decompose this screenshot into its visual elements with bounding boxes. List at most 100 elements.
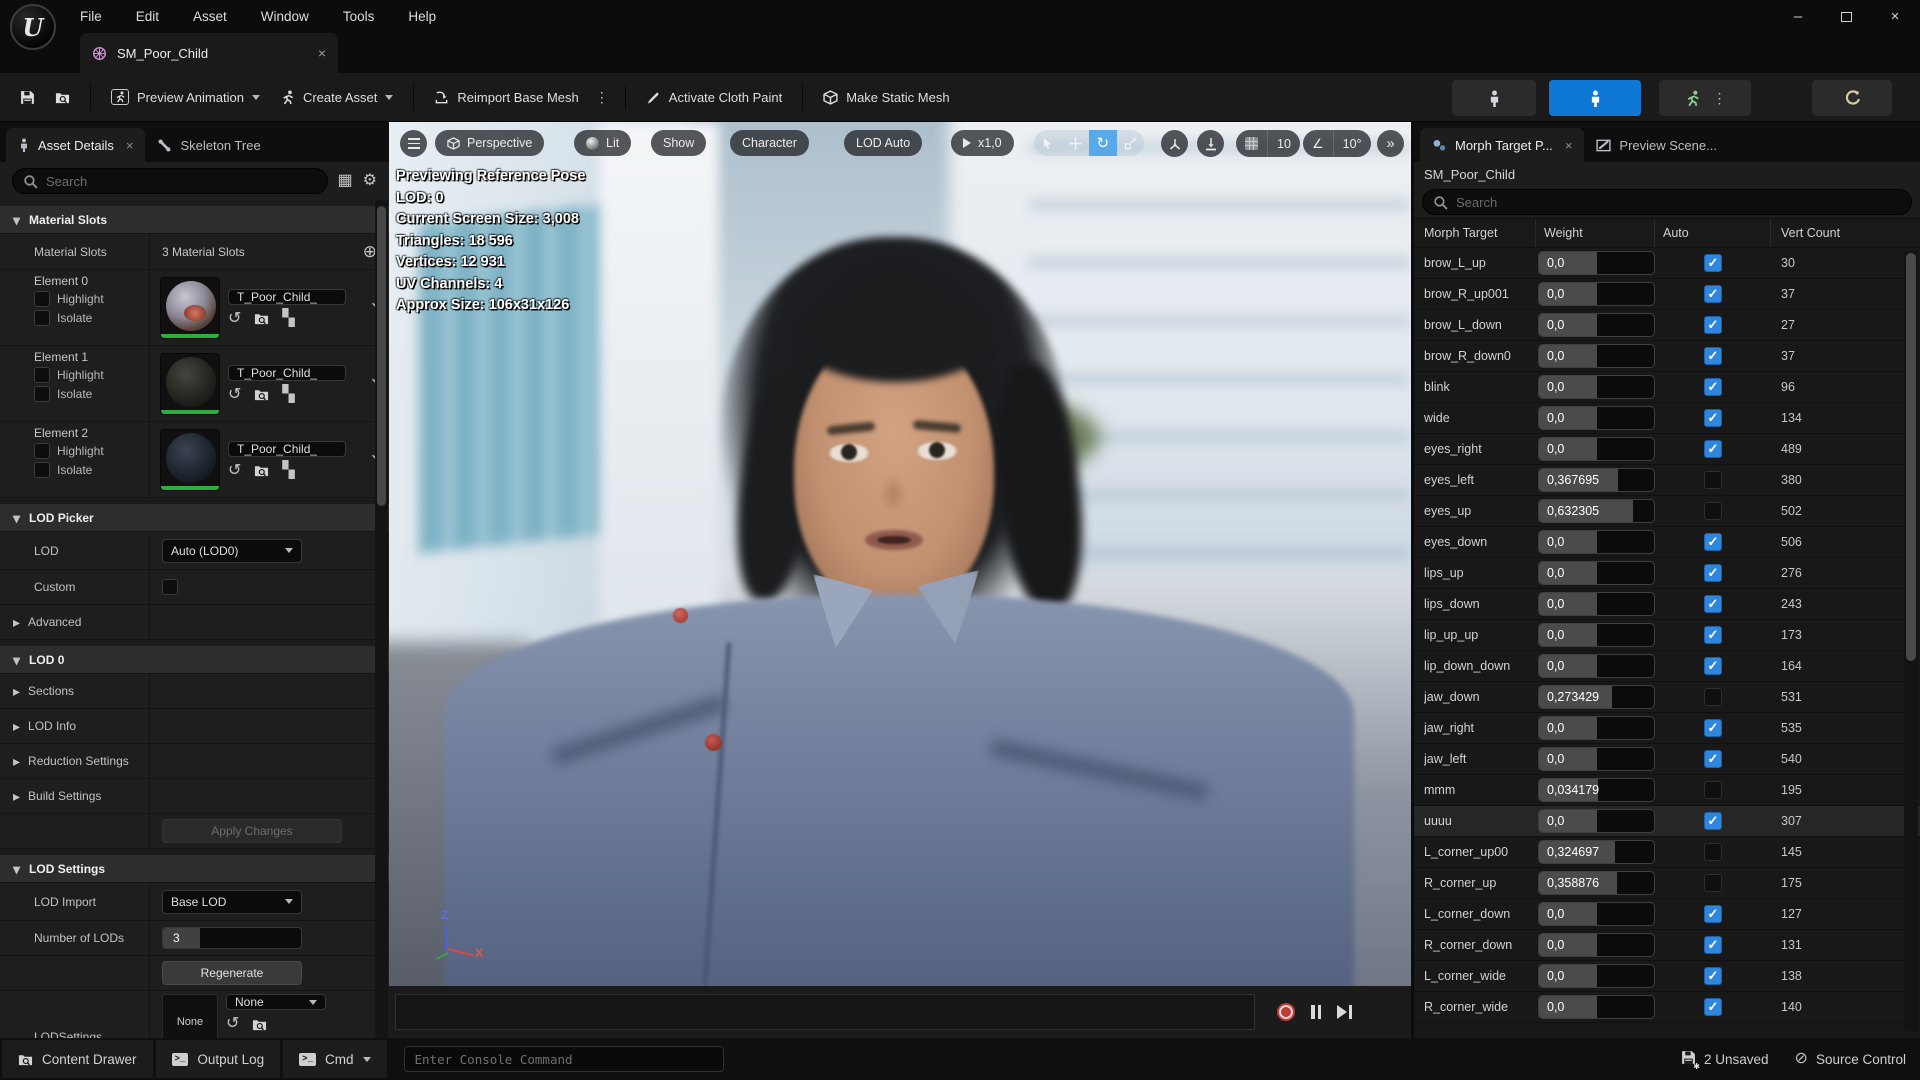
weight-spinbox[interactable]: 0,358876 [1538,871,1655,895]
scrollbar-thumb[interactable] [1906,253,1916,661]
checker-icon[interactable]: ▚ [282,310,294,327]
morph-target-row[interactable]: mmm 0,034179 195 [1414,775,1920,806]
lod0-header[interactable]: ▾ LOD 0 [0,646,389,674]
auto-checkbox[interactable] [1704,843,1722,861]
weight-spinbox[interactable]: 0,632305 [1538,499,1655,523]
auto-checkbox[interactable] [1704,440,1722,458]
column-header-morph-target[interactable]: Morph Target [1424,219,1536,247]
auto-checkbox[interactable] [1704,874,1722,892]
morph-target-row[interactable]: brow_R_up001 0,0 37 [1414,279,1920,310]
search-box[interactable] [12,168,328,194]
morph-target-row[interactable]: jaw_right 0,0 535 [1414,713,1920,744]
menu-item[interactable]: File [80,9,102,24]
grid-snap-value[interactable]: 10 [1268,137,1300,151]
auto-checkbox[interactable] [1704,471,1722,489]
auto-checkbox[interactable] [1704,285,1722,303]
weight-spinbox[interactable]: 0,324697 [1538,840,1655,864]
weight-spinbox[interactable]: 0,0 [1538,809,1655,833]
morph-target-row[interactable]: R_corner_up 0,358876 175 [1414,868,1920,899]
tab-morph-target-preview[interactable]: Morph Target P... × [1420,128,1585,162]
material-select[interactable]: T_Poor_Child_ [228,440,346,457]
morph-target-row[interactable]: eyes_right 0,0 489 [1414,434,1920,465]
use-selected-asset-icon[interactable]: ↺ [228,462,241,479]
weight-spinbox[interactable]: 0,0 [1538,375,1655,399]
lit-button[interactable]: Lit [574,130,632,156]
weight-spinbox[interactable]: 0,0 [1538,282,1655,306]
morph-target-row[interactable]: R_corner_wide 0,0 140 [1414,992,1920,1023]
weight-spinbox[interactable]: 0,0 [1538,964,1655,988]
save-button[interactable] [10,80,45,114]
unsaved-button[interactable]: 2 Unsaved [1681,1050,1769,1071]
playback-speed-button[interactable]: x1,0 [951,130,1014,156]
auto-checkbox[interactable] [1704,905,1722,923]
morph-target-row[interactable]: lip_up_up 0,0 173 [1414,620,1920,651]
weight-spinbox[interactable]: 0,0 [1538,530,1655,554]
scrollbar-thumb[interactable] [377,206,386,506]
expand-arrow-icon[interactable]: ▸ [13,754,20,768]
grid-snap-control[interactable]: 10 [1236,130,1300,157]
perspective-button[interactable]: Perspective [435,130,545,156]
highlight-row[interactable]: Highlight [34,443,149,459]
expand-arrow-icon[interactable]: ▸ [13,615,20,629]
move-tool[interactable] [1062,130,1090,156]
content-drawer-button[interactable]: Content Drawer [2,1040,153,1078]
select-tool[interactable] [1034,130,1062,156]
scale-tool[interactable] [1117,130,1145,156]
angle-snap-value[interactable]: 10° [1334,137,1371,151]
unreal-logo[interactable]: U [10,4,56,50]
auto-checkbox[interactable] [1704,502,1722,520]
weight-spinbox[interactable]: 0,0 [1538,313,1655,337]
minimize-button[interactable]: – [1791,8,1805,25]
column-header-vert-count[interactable]: Vert Count [1771,226,1840,240]
checker-icon[interactable]: ▚ [282,462,294,479]
material-thumbnail[interactable] [160,428,220,491]
weight-spinbox[interactable]: 0,0 [1538,344,1655,368]
cmd-button[interactable]: >_ Cmd [283,1040,387,1078]
checker-icon[interactable]: ▚ [282,386,294,403]
auto-checkbox[interactable] [1704,595,1722,613]
menu-item[interactable]: Edit [136,9,159,24]
character-button[interactable]: Character [730,130,809,156]
step-forward-button[interactable] [1337,1005,1352,1019]
number-of-lods-spinbox[interactable]: 3 [162,927,302,949]
more-tools-button[interactable]: » [1377,130,1404,157]
material-thumbnail[interactable] [160,352,220,415]
auto-checkbox[interactable] [1704,750,1722,768]
weight-spinbox[interactable]: 0,0 [1538,747,1655,771]
timeline-track[interactable] [395,994,1255,1030]
tab-close-icon[interactable]: × [126,138,134,153]
view-options-icon[interactable]: ▦ [338,173,353,189]
morph-target-row[interactable]: uuuu 0,0 307 [1414,806,1920,837]
auto-checkbox[interactable] [1704,967,1722,985]
record-button[interactable] [1277,1003,1295,1021]
isolate-row[interactable]: Isolate [34,310,149,326]
rotate-tool[interactable]: ↻ [1089,130,1117,156]
mesh-mode-button[interactable] [1549,80,1641,116]
isolate-row[interactable]: Isolate [34,462,149,478]
highlight-row[interactable]: Highlight [34,291,149,307]
weight-spinbox[interactable]: 0,0 [1538,437,1655,461]
surface-snap-button[interactable] [1197,130,1224,157]
lod-picker-header[interactable]: ▾ LOD Picker [0,504,389,532]
material-slots-header[interactable]: ▾ Material Slots [0,206,389,234]
auto-checkbox[interactable] [1704,936,1722,954]
morph-target-row[interactable]: eyes_down 0,0 506 [1414,527,1920,558]
weight-spinbox[interactable]: 0,0 [1538,995,1655,1019]
tab-asset-details[interactable]: Asset Details × [6,128,146,162]
lod-auto-button[interactable]: LOD Auto [844,130,923,156]
show-button[interactable]: Show [651,130,707,156]
gear-icon[interactable]: ⚙ [363,173,377,189]
weight-spinbox[interactable]: 0,034179 [1538,778,1655,802]
weight-spinbox[interactable]: 0,0 [1538,592,1655,616]
morph-target-row[interactable]: eyes_left 0,367695 380 [1414,465,1920,496]
morph-target-row[interactable]: L_corner_down 0,0 127 [1414,899,1920,930]
weight-spinbox[interactable]: 0,0 [1538,406,1655,430]
morph-target-row[interactable]: lip_down_down 0,0 164 [1414,651,1920,682]
lod0-subsection-row[interactable]: ▸ Build Settings [0,779,389,814]
material-thumbnail[interactable] [160,276,220,339]
output-log-button[interactable]: >_ Output Log [155,1040,281,1078]
highlight-row[interactable]: Highlight [34,367,149,383]
expand-arrow-icon[interactable]: ▸ [13,789,20,803]
viewport-options-button[interactable] [400,130,427,157]
lod0-subsection-row[interactable]: ▸ Reduction Settings [0,744,389,779]
